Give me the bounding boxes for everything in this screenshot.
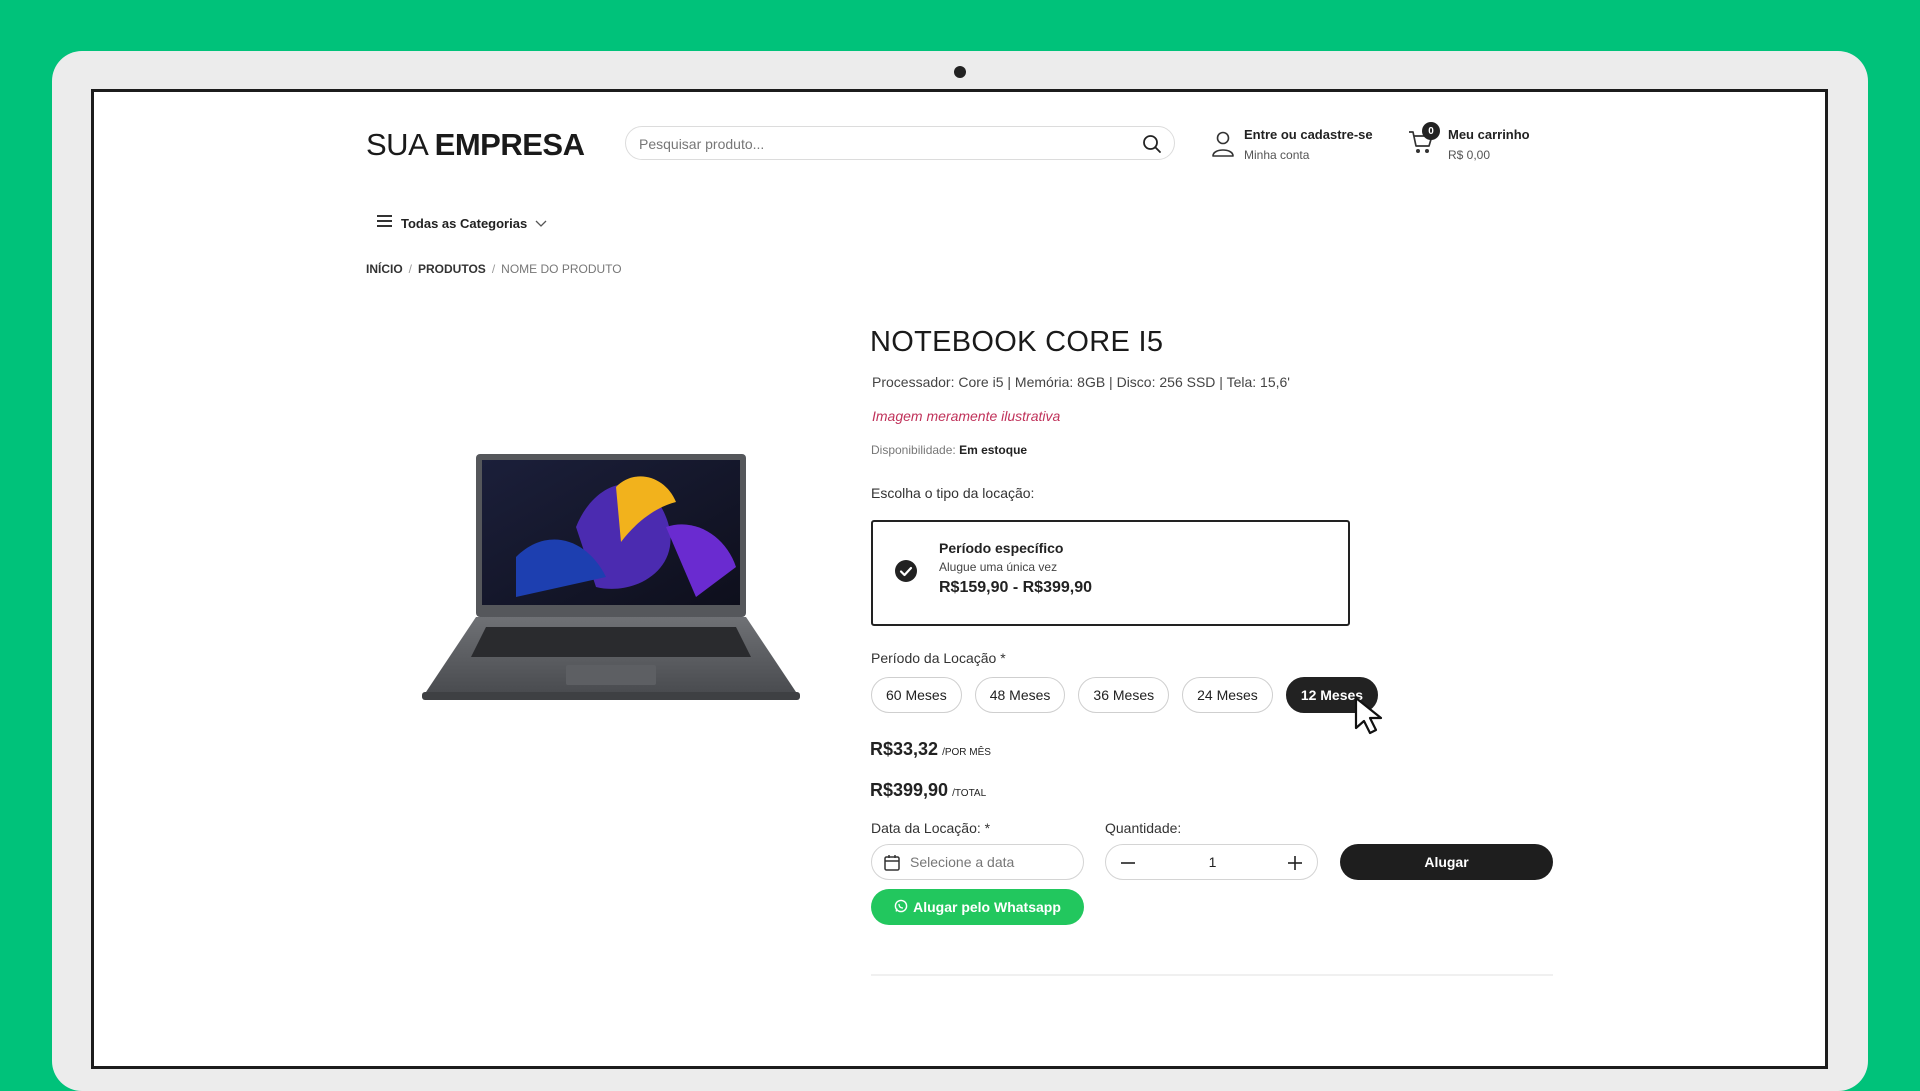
period-option-36[interactable]: 36 Meses xyxy=(1078,677,1170,713)
search-bar xyxy=(625,126,1175,160)
rental-date-label: Data da Locação: * xyxy=(871,820,991,836)
product-title: NOTEBOOK CORE I5 xyxy=(870,326,1164,358)
account-subtitle: Minha conta xyxy=(1244,148,1310,162)
breadcrumb: INÍCIO / PRODUTOS / NOME DO PRODUTO xyxy=(366,262,622,276)
monthly-price-unit: /POR MÊS xyxy=(942,747,991,758)
period-label: Período da Locação * xyxy=(871,650,1006,666)
total-price-value: R$399,90 xyxy=(870,780,949,800)
quantity-value[interactable]: 1 xyxy=(1190,854,1235,870)
product-image[interactable] xyxy=(366,327,846,807)
period-option-60[interactable]: 60 Meses xyxy=(871,677,962,713)
rental-date-input[interactable] xyxy=(908,853,1072,871)
rental-option-specific-period[interactable]: Período específico Alugue uma única vez … xyxy=(871,520,1350,626)
monthly-price: R$33,32/POR MÊS xyxy=(870,739,991,760)
whatsapp-rent-button[interactable]: Alugar pelo Whatsapp xyxy=(871,889,1084,925)
product-specs: Processador: Core i5 | Memória: 8GB | Di… xyxy=(872,374,1290,390)
user-icon xyxy=(1211,130,1235,163)
breadcrumb-products[interactable]: PRODUTOS xyxy=(418,262,486,276)
breadcrumb-home[interactable]: INÍCIO xyxy=(366,262,403,276)
monthly-price-value: R$33,32 xyxy=(870,739,939,759)
search-input[interactable] xyxy=(637,133,1121,155)
availability: Disponibilidade: Em estoque xyxy=(871,443,1027,457)
all-categories-menu[interactable]: Todas as Categorias xyxy=(377,214,547,233)
cart-total: R$ 0,00 xyxy=(1448,148,1491,162)
availability-value: Em estoque xyxy=(959,443,1028,457)
whatsapp-button-label: Alugar pelo Whatsapp xyxy=(913,899,1061,915)
calendar-icon xyxy=(884,854,900,876)
chevron-down-icon xyxy=(535,215,547,233)
breadcrumb-current: NOME DO PRODUTO xyxy=(501,262,622,276)
browser-screen: SUA EMPRESA Entre ou cadastre-se Minha c… xyxy=(91,89,1828,1069)
option-subtitle: Alugue uma única vez xyxy=(939,560,1058,574)
breadcrumb-separator: / xyxy=(408,262,413,276)
logo-text-light: SUA xyxy=(366,127,427,162)
hamburger-icon xyxy=(377,214,393,233)
total-price: R$399,90/TOTAL xyxy=(870,780,986,801)
whatsapp-icon xyxy=(894,899,908,916)
illustrative-note: Imagem meramente ilustrativa xyxy=(872,408,1061,424)
account-title: Entre ou cadastre-se xyxy=(1244,127,1373,142)
rent-button[interactable]: Alugar xyxy=(1340,844,1553,880)
breadcrumb-separator: / xyxy=(491,262,496,276)
increase-quantity-button[interactable] xyxy=(1283,851,1307,875)
availability-label: Disponibilidade: xyxy=(871,443,956,457)
decrease-quantity-button[interactable] xyxy=(1116,851,1140,875)
period-selector: 60 Meses 48 Meses 36 Meses 24 Meses 12 M… xyxy=(871,677,1379,713)
logo-text-bold: EMPRESA xyxy=(434,127,585,162)
rental-date-field[interactable] xyxy=(871,844,1084,880)
rental-type-label: Escolha o tipo da locação: xyxy=(871,485,1035,501)
webcam xyxy=(954,66,966,78)
mouse-cursor-icon xyxy=(1353,696,1387,741)
search-icon[interactable] xyxy=(1142,134,1162,159)
quantity-stepper: 1 xyxy=(1105,844,1318,880)
checkmark-circle-icon xyxy=(895,560,917,582)
categories-label: Todas as Categorias xyxy=(401,216,528,231)
option-price-range: R$159,90 - R$399,90 xyxy=(939,579,1092,596)
cart-title: Meu carrinho xyxy=(1448,127,1530,142)
total-price-unit: /TOTAL xyxy=(952,788,987,799)
quantity-label: Quantidade: xyxy=(1105,820,1182,836)
section-divider xyxy=(871,974,1553,976)
company-logo[interactable]: SUA EMPRESA xyxy=(366,127,585,163)
period-option-48[interactable]: 48 Meses xyxy=(974,677,1066,713)
period-option-24[interactable]: 24 Meses xyxy=(1182,677,1273,713)
option-title: Período específico xyxy=(939,540,1064,556)
cart-count-badge: 0 xyxy=(1422,122,1440,140)
